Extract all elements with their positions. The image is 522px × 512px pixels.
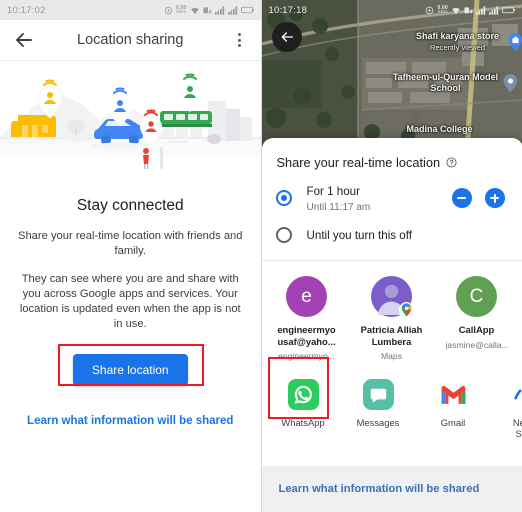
data-rate-icon: 0.00 KB/s — [175, 5, 187, 14]
maps-pin-glyph — [401, 303, 412, 317]
option-text: Until you turn this off — [307, 226, 509, 244]
map-view[interactable]: Shafi karyana store Recently viewed Tafh… — [261, 0, 522, 150]
status-bar-time: 10:17:18 — [268, 4, 308, 16]
whatsapp-highlight — [267, 357, 329, 419]
messages-icon — [362, 378, 394, 410]
option-text: For 1 hour Until 11:17 am — [307, 182, 452, 214]
duration-option-until-off[interactable]: Until you turn this off — [262, 226, 522, 244]
data-rate-icon: 0.00 KB/s — [437, 5, 448, 14]
share-button-highlight — [58, 344, 204, 386]
battery-icon — [502, 6, 515, 14]
description-paragraph-1: Share your real-time location with frien… — [18, 230, 243, 257]
status-bar: 10:17:18 0.00 KB/s — [262, 0, 522, 20]
app-label: Gmail — [440, 417, 466, 428]
share-location-sheet: Share your real-time location For 1 hour… — [261, 138, 522, 512]
map-imagery — [261, 0, 522, 150]
learn-what-information-link[interactable]: Learn what information will be shared — [0, 415, 261, 427]
sheet-footer: Learn what information will be shared — [261, 466, 522, 512]
contact-subtitle: jasmine@calla... — [445, 339, 508, 350]
radio-until-you-turn-this-off[interactable] — [275, 227, 292, 243]
app-bar: Location sharing — [0, 20, 261, 61]
contact-name: CallApp — [458, 324, 495, 335]
map-pin-icon[interactable] — [508, 33, 522, 52]
pin-green — [178, 73, 202, 112]
signal-icon — [476, 5, 486, 15]
mobile-data-icon — [464, 6, 473, 13]
contact-item[interactable]: C CallApp jasmine@calla... — [446, 276, 508, 362]
page-heading: Stay connected — [76, 197, 184, 214]
increase-duration-button[interactable] — [484, 188, 505, 208]
help-circle-icon[interactable] — [446, 157, 457, 168]
map-back-button[interactable] — [271, 22, 302, 52]
avatar-initial: e — [301, 285, 312, 307]
signal-icon — [214, 5, 224, 15]
duration-option-for-1-hour[interactable]: For 1 hour Until 11:17 am — [262, 182, 522, 214]
nearby-share-icon — [512, 378, 522, 410]
battery-icon — [240, 6, 254, 14]
app-label: Nearby Share — [512, 417, 522, 439]
maps-pin-icon — [399, 302, 414, 318]
option-sublabel: Until 11:17 am — [306, 202, 371, 213]
sheet-title: Share your real-time location — [277, 155, 522, 170]
app-item-messages[interactable]: Messages — [351, 378, 406, 439]
contact-name: engineermyousaf@yaho... — [277, 324, 336, 347]
app-share-list: WhatsApp Messages Gmail N S — [262, 357, 522, 439]
avatar: e — [286, 276, 327, 317]
mobile-data-icon — [202, 6, 211, 13]
contact-name: Patricia Alliah Lumbera — [360, 324, 423, 347]
contact-item[interactable]: e engineermyousaf@yaho... engineermyo... — [276, 276, 338, 362]
learn-what-information-link[interactable]: Learn what information will be shared — [279, 483, 480, 495]
avatar-initial: C — [469, 285, 484, 307]
status-bar: 10:17:02 0.00 KB/s — [0, 0, 261, 20]
overflow-menu-icon[interactable] — [231, 28, 249, 52]
page-title: Location sharing — [77, 32, 184, 48]
radio-for-1-hour[interactable] — [275, 190, 292, 206]
avatar — [371, 276, 414, 318]
decrease-duration-button[interactable] — [451, 188, 472, 208]
wifi-icon — [452, 7, 460, 14]
contact-subtitle: Maps — [380, 351, 402, 361]
contact-list: e engineermyousaf@yaho... engineermyo... — [262, 261, 522, 362]
share-button-container: Share location — [0, 344, 261, 386]
right-screen: Shafi karyana store Recently viewed Tafh… — [261, 0, 522, 512]
signal-icon — [489, 5, 499, 15]
status-bar-time: 10:17:02 — [7, 4, 46, 16]
wifi-icon — [190, 7, 199, 14]
location-sharing-illustration — [0, 73, 261, 169]
app-item-gmail[interactable]: Gmail — [426, 378, 481, 439]
option-label: For 1 hour — [306, 185, 361, 198]
description-paragraph-2: They can see where you are and share wit… — [19, 273, 241, 330]
app-item-nearby-share[interactable]: Nearby Share — [501, 378, 522, 439]
dual-screenshot: 10:17:02 0.00 KB/s Location sharing Stay… — [0, 0, 522, 512]
location-icon — [426, 6, 434, 14]
back-arrow-icon — [281, 32, 293, 42]
signal-icon — [227, 5, 237, 15]
map-pin-icon[interactable] — [503, 74, 518, 93]
location-icon — [164, 6, 173, 14]
duration-stepper — [451, 188, 505, 208]
status-bar-icons: 0.00 KB/s — [164, 6, 254, 15]
contact-item[interactable]: Patricia Alliah Lumbera Maps — [361, 276, 423, 362]
status-bar-icons: 0.00 KB/s — [425, 6, 515, 15]
avatar: C — [456, 276, 497, 317]
option-label: Until you turn this off — [306, 229, 412, 242]
left-screen: 10:17:02 0.00 KB/s Location sharing Stay… — [0, 0, 262, 512]
app-label: Messages — [356, 417, 400, 428]
gmail-icon — [437, 378, 469, 410]
sheet-title-text: Share your real-time location — [276, 155, 441, 170]
